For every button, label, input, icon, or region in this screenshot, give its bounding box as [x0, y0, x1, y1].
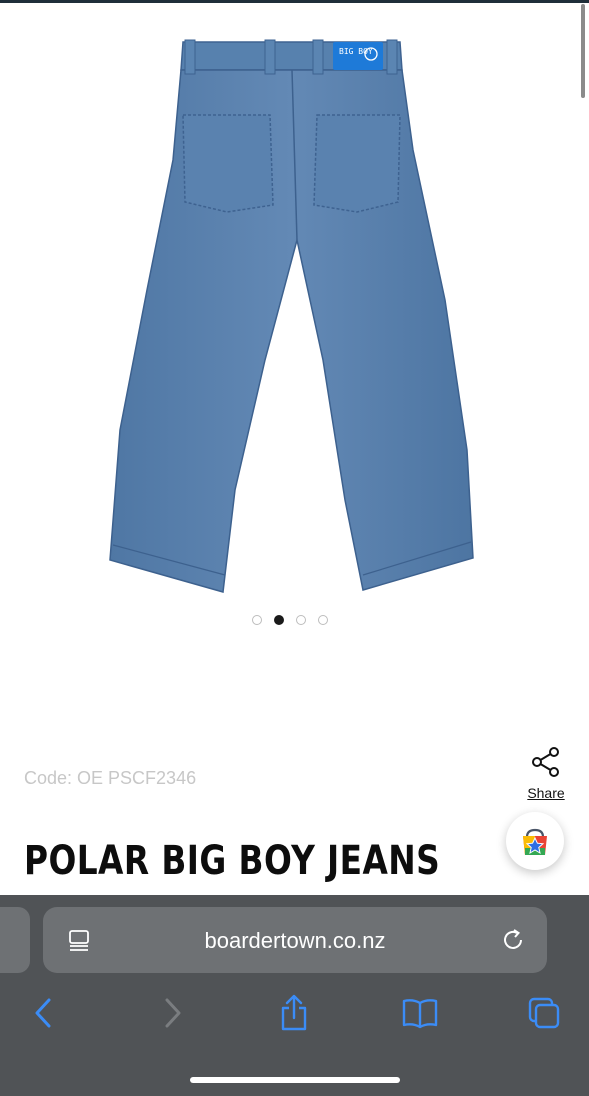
home-indicator[interactable] [190, 1077, 400, 1083]
previous-tab-preview[interactable] [0, 907, 30, 973]
share-sheet-button[interactable] [274, 993, 314, 1033]
forward-chevron-icon [165, 998, 181, 1028]
share-button[interactable]: Share [518, 744, 574, 801]
reload-icon[interactable] [499, 926, 527, 954]
scrollbar[interactable] [581, 4, 585, 98]
top-border [0, 0, 589, 3]
gallery-dot-4[interactable] [318, 615, 328, 625]
back-chevron-icon [35, 998, 51, 1028]
product-title: POLAR BIG BOY JEANS [24, 838, 441, 884]
product-code: Code: OE PSCF2346 [24, 768, 197, 788]
share-sheet-icon [281, 994, 307, 1031]
gallery-pagination[interactable] [252, 615, 328, 625]
address-bar[interactable]: boardertown.co.nz [43, 907, 547, 973]
forward-button[interactable] [152, 993, 192, 1033]
tabs-button[interactable] [524, 993, 564, 1033]
share-icon [532, 747, 559, 777]
url-text[interactable]: boardertown.co.nz [43, 928, 547, 954]
browser-toolbar: boardertown.co.nz [0, 895, 589, 1096]
gallery-dot-1[interactable] [252, 615, 262, 625]
shop-button[interactable] [506, 812, 564, 870]
gallery-dot-2[interactable] [274, 615, 284, 625]
back-button[interactable] [24, 993, 64, 1033]
tabs-icon [528, 997, 560, 1029]
gallery-dot-3[interactable] [296, 615, 306, 625]
shopping-bag-star-icon [523, 828, 547, 855]
bookmarks-icon [402, 999, 438, 1029]
share-label: Share [527, 785, 565, 801]
bookmarks-button[interactable] [400, 993, 440, 1033]
product-image[interactable]: BIG BOY [95, 30, 495, 610]
